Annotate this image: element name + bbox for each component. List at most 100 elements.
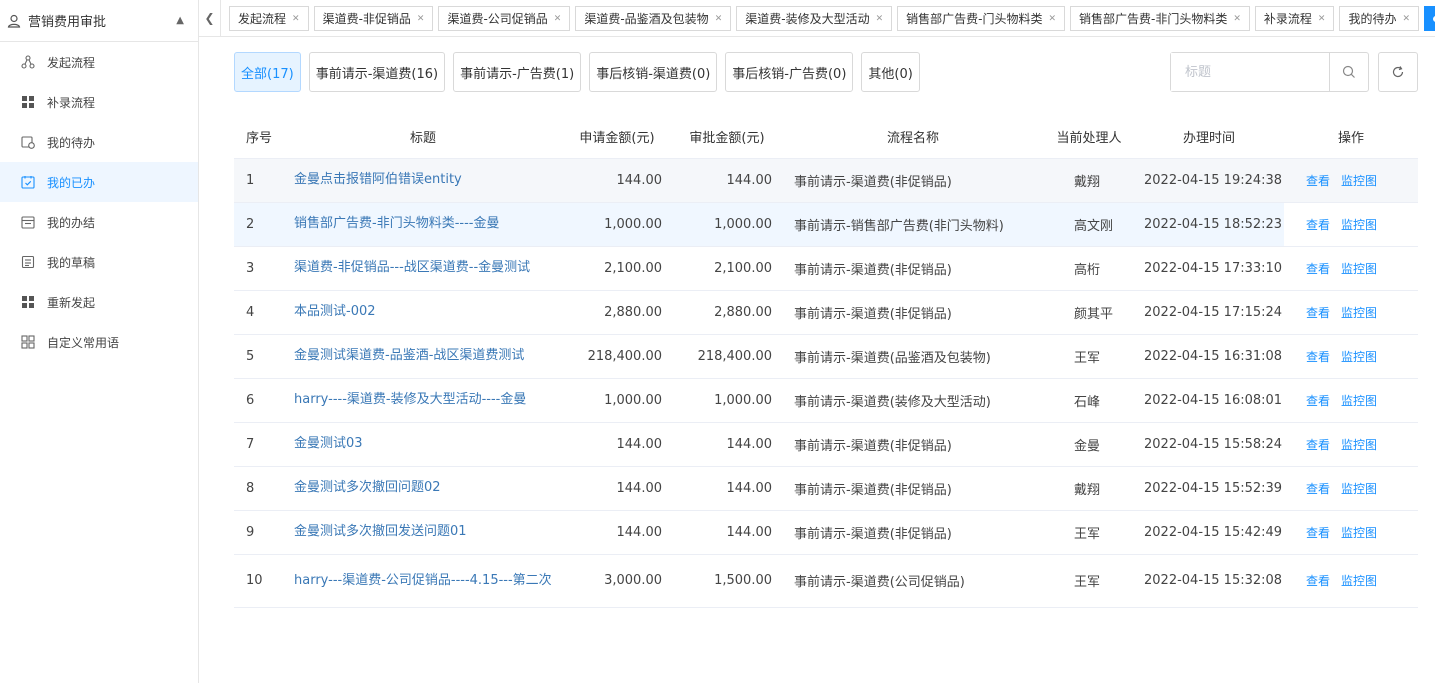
filter-button-3[interactable]: 事前请示-广告费(1) — [453, 52, 582, 92]
close-icon[interactable]: ✕ — [1402, 14, 1410, 24]
apply-amount: 144.00 — [562, 421, 672, 466]
handle-time: 2022-04-15 16:08:01 — [1134, 377, 1284, 422]
table-row[interactable]: 8 金曼测试多次撤回问题02 144.00 144.00 事前请示-渠道费(非促销品) 戴… — [234, 465, 1418, 510]
view-link[interactable]: 查看 — [1306, 438, 1330, 452]
monitor-link[interactable]: 监控图 — [1341, 438, 1377, 452]
view-link[interactable]: 查看 — [1306, 482, 1330, 496]
close-icon[interactable]: ✕ — [876, 14, 884, 24]
sidebar-header[interactable]: 营销费用审批 ▲ — [0, 0, 198, 42]
tab-3[interactable]: 渠道费-公司促销品 ✕ — [438, 6, 571, 31]
table-row[interactable]: 6 harry----渠道费-装修及大型活动----金曼 1,000.00 1,000… — [234, 377, 1418, 422]
table-row[interactable]: 5 金曼测试渠道费-品鉴酒-战区渠道费测试 218,400.00 218,400.00… — [234, 333, 1418, 378]
flow-name: 事前请示-销售部广告费(非门头物料) — [782, 201, 1044, 246]
view-link[interactable]: 查看 — [1306, 218, 1330, 232]
row-title-link[interactable]: harry---渠道费-公司促销品----4.15---第二次 — [284, 553, 562, 608]
table-row[interactable]: 7 金曼测试03 144.00 144.00 事前请示-渠道费(非促销品) 金曼 2022-… — [234, 421, 1418, 466]
row-actions: 查看 监控图 — [1284, 421, 1418, 466]
row-title-link[interactable]: 金曼测试03 — [284, 421, 562, 466]
close-icon[interactable]: ✕ — [417, 14, 425, 24]
monitor-link[interactable]: 监控图 — [1341, 174, 1377, 188]
monitor-link[interactable]: 监控图 — [1341, 526, 1377, 540]
row-title-link[interactable]: 本品测试-002 — [284, 289, 562, 334]
row-actions: 查看 监控图 — [1284, 289, 1418, 334]
row-title-link[interactable]: 金曼测试多次撤回发送问题01 — [284, 509, 562, 554]
search-input[interactable] — [1171, 53, 1329, 91]
sidebar-item-4[interactable]: 我的已办 — [0, 162, 198, 202]
sidebar-item-8[interactable]: 自定义常用语 — [0, 322, 198, 362]
column-header: 标题 — [409, 130, 436, 146]
tab-4[interactable]: 渠道费-品鉴酒及包装物 ✕ — [575, 6, 732, 31]
view-link[interactable]: 查看 — [1306, 174, 1330, 188]
row-title-link[interactable]: 金曼测试多次撤回问题02 — [284, 465, 562, 510]
table-row[interactable]: 2 销售部广告费-非门头物料类----金曼 1,000.00 1,000.00 事前请示… — [234, 201, 1418, 246]
approve-amount: 1,000.00 — [672, 377, 782, 422]
close-icon[interactable]: ✕ — [715, 14, 723, 24]
sidebar-item-1[interactable]: 发起流程 — [0, 42, 198, 82]
close-icon[interactable]: ✕ — [554, 14, 562, 24]
monitor-link[interactable]: 监控图 — [1341, 306, 1377, 320]
table-row[interactable]: 9 金曼测试多次撤回发送问题01 144.00 144.00 事前请示-渠道费(非促销品… — [234, 509, 1418, 554]
filter-button-4[interactable]: 事后核销-渠道费(0) — [589, 52, 718, 92]
sidebar-item-6[interactable]: 我的草稿 — [0, 242, 198, 282]
approve-amount: 1,500.00 — [672, 553, 782, 608]
close-icon[interactable]: ✕ — [1318, 14, 1326, 24]
sidebar-item-5[interactable]: 我的办结 — [0, 202, 198, 242]
row-title-link[interactable]: harry----渠道费-装修及大型活动----金曼 — [284, 377, 562, 422]
view-link[interactable]: 查看 — [1306, 306, 1330, 320]
row-title-link[interactable]: 金曼测试渠道费-品鉴酒-战区渠道费测试 — [284, 333, 562, 378]
row-title-link[interactable]: 销售部广告费-非门头物料类----金曼 — [284, 201, 562, 246]
filter-button-1[interactable]: 全部(17) — [234, 52, 301, 92]
tab-7[interactable]: 销售部广告费-非门头物料类 ✕ — [1070, 6, 1250, 31]
sidebar-item-7[interactable]: 重新发起 — [0, 282, 198, 322]
monitor-link[interactable]: 监控图 — [1341, 218, 1377, 232]
monitor-link[interactable]: 监控图 — [1341, 482, 1377, 496]
column-header: 操作 — [1337, 130, 1364, 146]
sidebar-item-3[interactable]: 我的待办 — [0, 122, 198, 162]
close-icon[interactable]: ✕ — [1233, 14, 1241, 24]
apply-amount: 1,000.00 — [562, 201, 672, 246]
refresh-button[interactable] — [1378, 52, 1418, 92]
filter-button-5[interactable]: 事后核销-广告费(0) — [725, 52, 854, 92]
table-row[interactable]: 3 渠道费-非促销品---战区渠道费--金曼测试 2,100.00 2,100.00 事… — [234, 245, 1418, 290]
view-link[interactable]: 查看 — [1306, 350, 1330, 364]
tab-label: 渠道费-装修及大型活动 — [745, 12, 870, 26]
current-handler: 王军 — [1044, 333, 1134, 378]
close-icon[interactable]: ✕ — [1048, 14, 1056, 24]
sidebar-title: 营销费用审批 — [28, 15, 107, 30]
view-link[interactable]: 查看 — [1306, 526, 1330, 540]
tab-10[interactable]: 我的已办 — [1424, 6, 1435, 31]
view-link[interactable]: 查看 — [1306, 262, 1330, 276]
tab-2[interactable]: 渠道费-非促销品 ✕ — [313, 6, 434, 31]
flow-name: 事前请示-渠道费(装修及大型活动) — [782, 377, 1044, 422]
tab-8[interactable]: 补录流程 ✕ — [1254, 6, 1335, 31]
row-title-link[interactable]: 金曼点击报错阿伯错误entity — [284, 157, 562, 202]
monitor-link[interactable]: 监控图 — [1341, 394, 1377, 408]
sidebar-item-2[interactable]: 补录流程 — [0, 82, 198, 122]
monitor-link[interactable]: 监控图 — [1341, 262, 1377, 276]
apply-amount: 1,000.00 — [562, 377, 672, 422]
handle-time: 2022-04-15 15:58:24 — [1134, 421, 1284, 466]
tab-5[interactable]: 渠道费-装修及大型活动 ✕ — [736, 6, 893, 31]
table-row[interactable]: 4 本品测试-002 2,880.00 2,880.00 事前请示-渠道费(非促销品) 颜… — [234, 289, 1418, 334]
chevron-left-icon[interactable]: ❮ — [199, 0, 221, 36]
tab-9[interactable]: 我的待办 ✕ — [1339, 6, 1420, 31]
filter-button-2[interactable]: 事前请示-渠道费(16) — [308, 52, 446, 92]
table-row[interactable]: 10 harry---渠道费-公司促销品----4.15---第二次 3,000.0… — [234, 553, 1418, 608]
table-row[interactable]: 1 金曼点击报错阿伯错误entity 144.00 144.00 事前请示-渠道费(非促… — [234, 157, 1418, 202]
row-title-link[interactable]: 渠道费-非促销品---战区渠道费--金曼测试 — [284, 245, 562, 290]
view-link[interactable]: 查看 — [1306, 574, 1330, 588]
tab-1[interactable]: 发起流程 ✕ — [229, 6, 309, 31]
apply-amount: 2,880.00 — [562, 289, 672, 334]
close-icon[interactable]: ✕ — [292, 14, 300, 24]
view-link[interactable]: 查看 — [1306, 394, 1330, 408]
monitor-link[interactable]: 监控图 — [1341, 574, 1377, 588]
apply-amount: 144.00 — [562, 157, 672, 202]
search-button[interactable] — [1329, 53, 1368, 91]
row-number: 7 — [234, 421, 284, 466]
chevron-up-icon[interactable]: ▲ — [176, 15, 184, 26]
tab-6[interactable]: 销售部广告费-门头物料类 ✕ — [897, 6, 1066, 31]
monitor-link[interactable]: 监控图 — [1341, 350, 1377, 364]
filter-button-6[interactable]: 其他(0) — [861, 52, 920, 92]
tab-bar: ❮ 发起流程 ✕ 渠道费-非促销品 ✕ 渠道费-公司促销品 ✕ 渠道费-品鉴酒及包装物 ✕ 渠道… — [199, 0, 1435, 37]
handle-time: 2022-04-15 17:33:10 — [1134, 245, 1284, 290]
